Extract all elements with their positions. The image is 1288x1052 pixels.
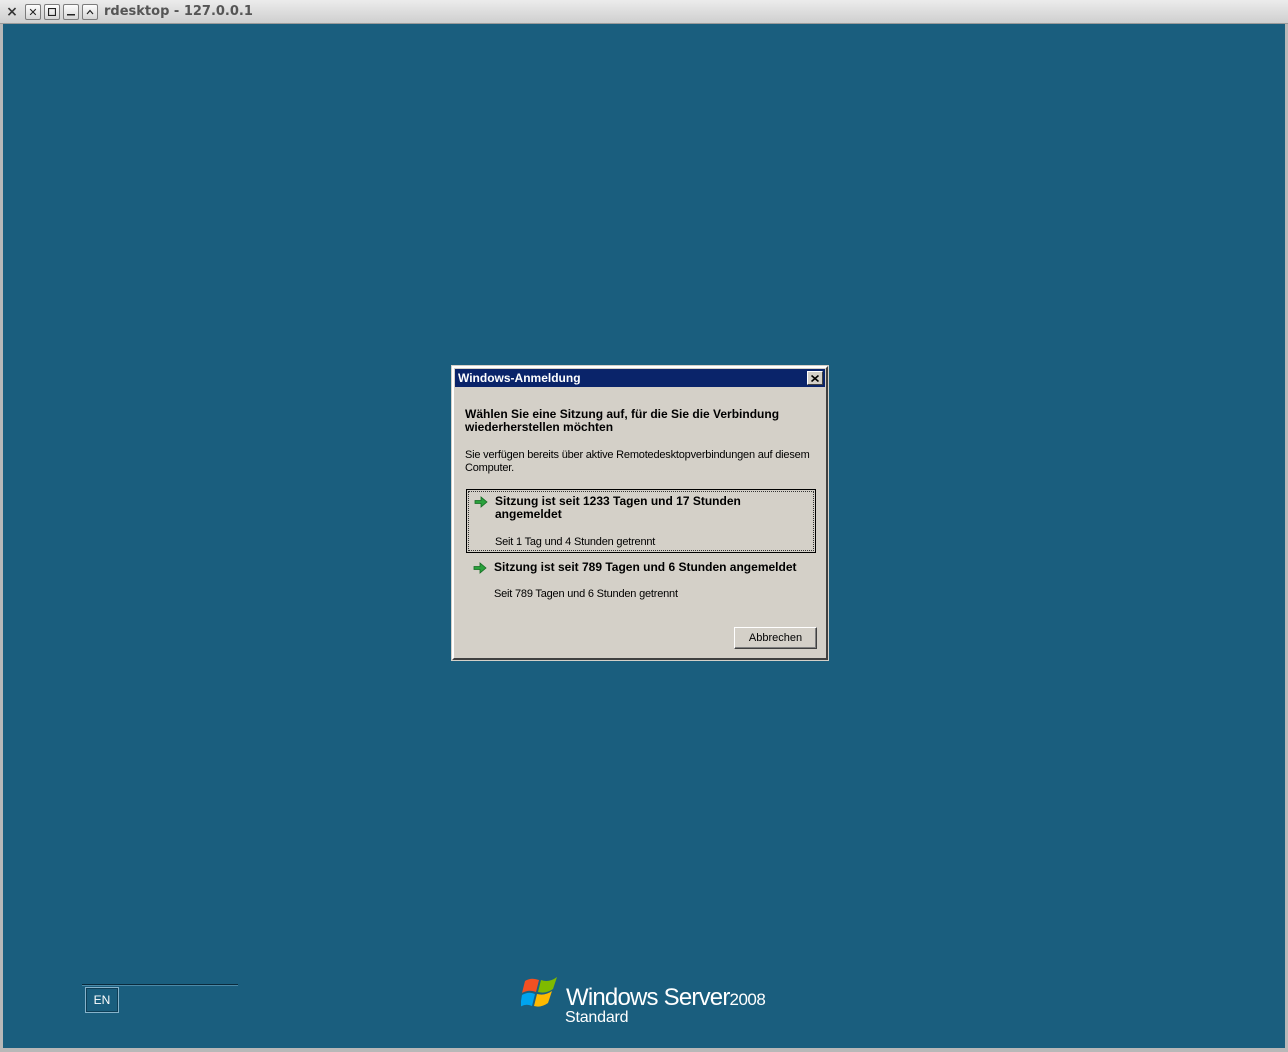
window-menu-icon[interactable]: ⨯ xyxy=(4,4,20,20)
session-option-1[interactable]: Sitzung ist seit 1233 Tagen und 17 Stund… xyxy=(466,489,816,553)
language-button[interactable]: EN xyxy=(85,987,119,1013)
dialog-title-bar[interactable]: Windows-Anmeldung xyxy=(455,369,825,387)
session-subtitle: Seit 789 Tagen und 6 Stunden getrennt xyxy=(494,588,678,600)
shade-icon[interactable] xyxy=(82,4,98,20)
maximize-icon[interactable] xyxy=(44,4,60,20)
brand-edition: Standard xyxy=(565,1009,629,1026)
brand-name-text: Windows Server xyxy=(566,984,730,1011)
session-title: Sitzung ist seit 1233 Tagen und 17 Stund… xyxy=(495,494,741,521)
window-title-bar[interactable]: ⨯ ✕ rdesktop - 127.0.0.1 xyxy=(0,0,1288,24)
dialog-heading: Wählen Sie eine Sitzung auf, für die Sie… xyxy=(465,407,780,434)
language-bar-divider xyxy=(82,984,238,986)
logon-dialog: Windows-Anmeldung Wählen Sie eine Sitzun… xyxy=(452,366,828,660)
minimize-icon[interactable] xyxy=(63,4,79,20)
green-arrow-icon xyxy=(473,562,487,574)
dialog-description: Sie verfügen bereits über aktive Remoted… xyxy=(465,449,810,474)
cancel-button[interactable]: Abbrechen xyxy=(734,627,817,649)
dialog-close-icon[interactable] xyxy=(807,371,823,385)
dialog-title: Windows-Anmeldung xyxy=(458,371,581,385)
close-icon[interactable]: ✕ xyxy=(25,4,41,20)
session-title: Sitzung ist seit 789 Tagen und 6 Stunden… xyxy=(494,560,797,574)
remote-desktop: Windows-Anmeldung Wählen Sie eine Sitzun… xyxy=(3,24,1285,1048)
session-option-2[interactable]: Sitzung ist seit 789 Tagen und 6 Stunden… xyxy=(466,556,816,602)
brand-version: 2008 xyxy=(729,990,766,1009)
session-subtitle: Seit 1 Tag und 4 Stunden getrennt xyxy=(495,536,656,548)
window-title: rdesktop - 127.0.0.1 xyxy=(104,4,253,19)
windows-logo-icon xyxy=(521,977,557,1007)
green-arrow-icon xyxy=(474,496,488,508)
